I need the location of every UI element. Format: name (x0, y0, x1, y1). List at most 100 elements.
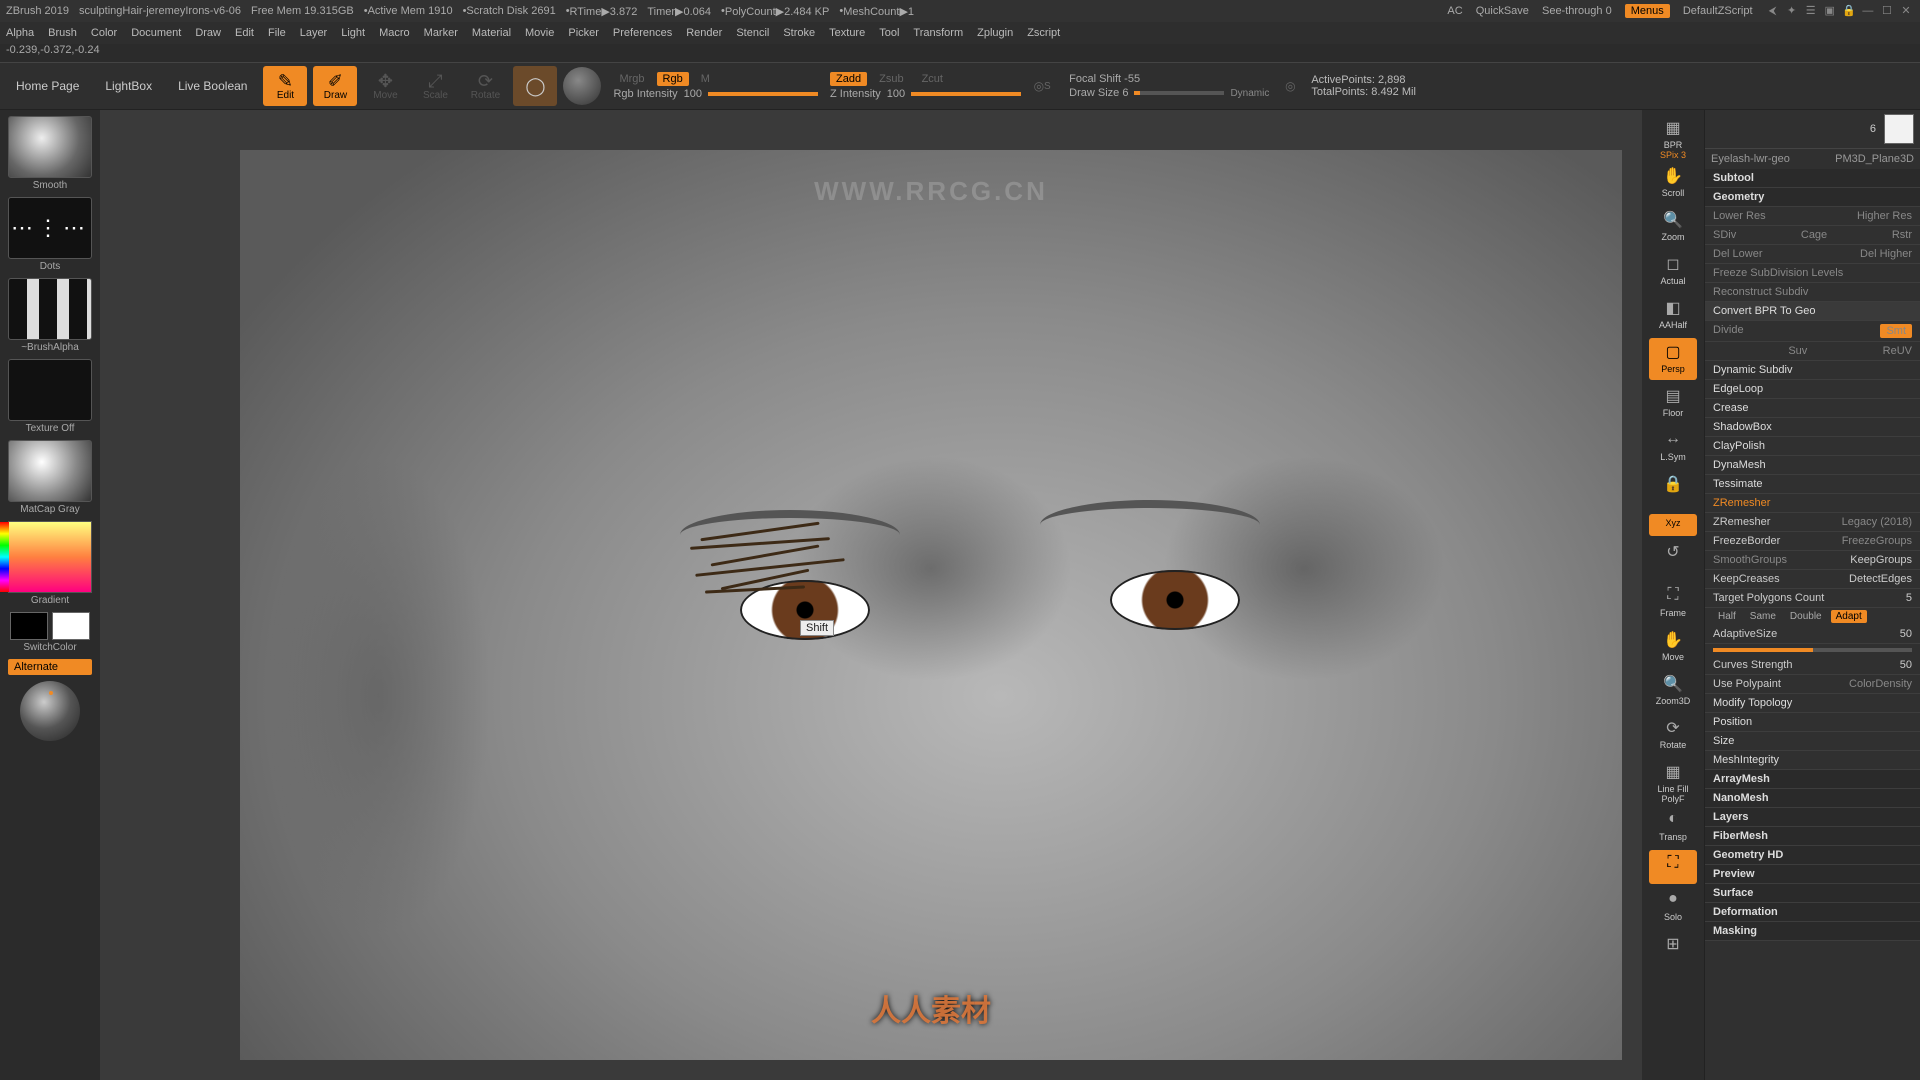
draw-size-slider[interactable] (1134, 91, 1224, 95)
size-section[interactable]: Size (1705, 732, 1920, 751)
double-button[interactable]: Double (1785, 610, 1827, 623)
rotate-back-button[interactable]: ↺ (1649, 538, 1697, 580)
menu-stencil[interactable]: Stencil (736, 27, 769, 39)
polyf-button[interactable]: ▦Line FillPolyF (1649, 758, 1697, 804)
mesh-integrity-section[interactable]: MeshIntegrity (1705, 751, 1920, 770)
menu-material[interactable]: Material (472, 27, 511, 39)
pin-icon[interactable]: ✦ (1784, 4, 1800, 17)
target-poly-label[interactable]: Target Polygons Count (1713, 592, 1824, 604)
keep-creases-button[interactable]: KeepCreases (1713, 573, 1780, 585)
menu-document[interactable]: Document (131, 27, 181, 39)
higher-res-button[interactable]: Higher Res (1857, 210, 1912, 222)
preview-section[interactable]: Preview (1705, 865, 1920, 884)
dynamic-label[interactable]: Dynamic (1230, 88, 1269, 99)
fibermesh-section[interactable]: FiberMesh (1705, 827, 1920, 846)
freeze-border-button[interactable]: FreezeBorder (1713, 535, 1780, 547)
dynamic-button[interactable]: ⛶ (1649, 850, 1697, 884)
menu-stroke[interactable]: Stroke (783, 27, 815, 39)
menu-transform[interactable]: Transform (913, 27, 963, 39)
curves-strength-label[interactable]: Curves Strength (1713, 659, 1792, 671)
dynamic-subdiv-section[interactable]: Dynamic Subdiv (1705, 361, 1920, 380)
bpr-button[interactable]: ▦BPRSPix 3 (1649, 114, 1697, 160)
subtool-section[interactable]: Subtool (1705, 169, 1920, 188)
menu-file[interactable]: File (268, 27, 286, 39)
rstr-button[interactable]: Rstr (1892, 229, 1912, 241)
del-higher-button[interactable]: Del Higher (1860, 248, 1912, 260)
subtool-name-2[interactable]: PM3D_Plane3D (1835, 153, 1914, 165)
menu-layer[interactable]: Layer (300, 27, 328, 39)
zremesher-button[interactable]: ZRemesher (1713, 516, 1770, 528)
lightbox-button[interactable]: LightBox (95, 75, 162, 97)
move-mode-button[interactable]: ✥Move (363, 66, 407, 106)
suv-button[interactable]: Suv (1788, 345, 1807, 357)
del-lower-button[interactable]: Del Lower (1713, 248, 1763, 260)
cage-button[interactable]: Cage (1801, 229, 1827, 241)
zcut-button[interactable]: Zcut (916, 72, 949, 86)
menu-zscript[interactable]: Zscript (1027, 27, 1060, 39)
local-transform-button[interactable]: 🔒 (1649, 470, 1697, 512)
move3d-button[interactable]: ✋Move (1649, 626, 1697, 668)
xyz-button[interactable]: Xyz (1649, 514, 1697, 536)
default-zscript[interactable]: DefaultZScript (1683, 5, 1753, 17)
divide-button[interactable]: Divide (1713, 324, 1744, 338)
material-thumbnail[interactable] (8, 440, 92, 502)
rotate-mode-button[interactable]: ⟳Rotate (463, 66, 507, 106)
scroll-button[interactable]: ✋Scroll (1649, 162, 1697, 204)
reconstruct-button[interactable]: Reconstruct Subdiv (1713, 286, 1808, 298)
xpose-button[interactable]: ⊞ (1649, 930, 1697, 972)
actual-button[interactable]: ◻Actual (1649, 250, 1697, 292)
menu-tool[interactable]: Tool (879, 27, 899, 39)
hue-bar[interactable] (0, 522, 9, 592)
menu-light[interactable]: Light (341, 27, 365, 39)
viewport[interactable]: Shift WWW.RRCG.CN 人人素材 (100, 110, 1642, 1080)
rotate3d-button[interactable]: ⟳Rotate (1649, 714, 1697, 756)
geometryhd-section[interactable]: Geometry HD (1705, 846, 1920, 865)
live-boolean-button[interactable]: Live Boolean (168, 75, 257, 97)
rgb-button[interactable]: Rgb (657, 72, 689, 86)
color-picker[interactable] (8, 521, 92, 593)
brush-thumbnail[interactable] (8, 116, 92, 178)
tessimate-section[interactable]: Tessimate (1705, 475, 1920, 494)
geometry-section[interactable]: Geometry (1705, 188, 1920, 207)
reuv-button[interactable]: ReUV (1883, 345, 1912, 357)
menu-preferences[interactable]: Preferences (613, 27, 672, 39)
nanomesh-section[interactable]: NanoMesh (1705, 789, 1920, 808)
color-density-button[interactable]: ColorDensity (1849, 678, 1912, 690)
menu-picker[interactable]: Picker (568, 27, 599, 39)
draw-size-label[interactable]: Draw Size 6 (1069, 87, 1128, 99)
menu-draw[interactable]: Draw (195, 27, 221, 39)
zremesher-section[interactable]: ZRemesher (1705, 494, 1920, 513)
legacy-button[interactable]: Legacy (2018) (1842, 516, 1912, 528)
z-intensity-slider[interactable] (911, 92, 1021, 96)
menu-movie[interactable]: Movie (525, 27, 554, 39)
mrgb-button[interactable]: Mrgb (613, 72, 650, 86)
masking-section[interactable]: Masking (1705, 922, 1920, 941)
adaptive-size-label[interactable]: AdaptiveSize (1713, 628, 1777, 640)
dynamesh-section[interactable]: DynaMesh (1705, 456, 1920, 475)
smooth-groups-button[interactable]: SmoothGroups (1713, 554, 1787, 566)
freeze-subdiv-button[interactable]: Freeze SubDivision Levels (1713, 267, 1843, 279)
stroke-thumbnail[interactable]: ⋯⋮⋯ (8, 197, 92, 259)
menu-render[interactable]: Render (686, 27, 722, 39)
freeze-groups-button[interactable]: FreezeGroups (1842, 535, 1912, 547)
adapt-button[interactable]: Adapt (1831, 610, 1867, 623)
texture-thumbnail[interactable] (8, 359, 92, 421)
solo-button[interactable]: ●Solo (1649, 886, 1697, 928)
seethrough-slider[interactable]: See-through 0 (1542, 5, 1612, 17)
persp-button[interactable]: ▢Persp (1649, 338, 1697, 380)
arraymesh-section[interactable]: ArrayMesh (1705, 770, 1920, 789)
switch-color-button[interactable]: SwitchColor (23, 642, 76, 653)
menu-marker[interactable]: Marker (424, 27, 458, 39)
zoom3d-button[interactable]: 🔍Zoom3D (1649, 670, 1697, 712)
home-page-button[interactable]: Home Page (6, 75, 89, 97)
smt-button[interactable]: Smt (1880, 324, 1912, 338)
swatch-secondary[interactable] (52, 612, 90, 640)
crease-section[interactable]: Crease (1705, 399, 1920, 418)
gizmo-target-icon[interactable]: ◎ (1275, 71, 1305, 101)
draw-mode-button[interactable]: ✐Draw (313, 66, 357, 106)
minimize-icon[interactable]: — (1860, 5, 1876, 17)
menu-color[interactable]: Color (91, 27, 117, 39)
alpha-thumbnail[interactable] (8, 278, 92, 340)
half-button[interactable]: Half (1713, 610, 1741, 623)
edit-mode-button[interactable]: ✎Edit (263, 66, 307, 106)
